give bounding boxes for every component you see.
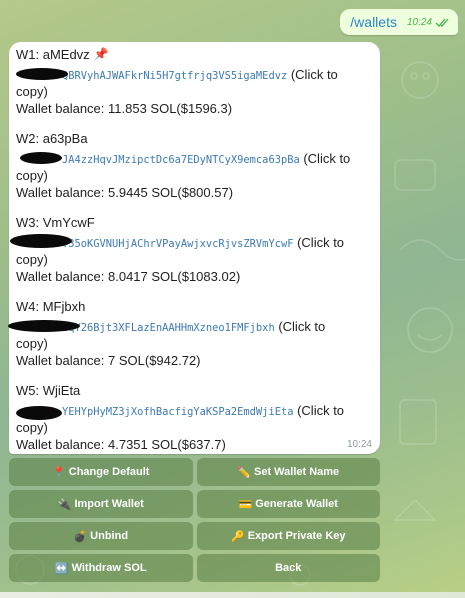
keyboard-button-label: Unbind xyxy=(90,530,129,542)
outgoing-message: /wallets 10:24 xyxy=(340,9,458,35)
keyboard-row: 📍 Change Default ✏️ Set Wallet Name xyxy=(9,458,380,486)
wallet-address[interactable]: JA4zzHqvJMzipctDc6a7EDyNTCyX9emca63pBa xyxy=(62,154,300,166)
redaction-scribble xyxy=(20,152,62,164)
key-icon: 🔑 xyxy=(230,530,245,543)
keyboard-button-label: Import Wallet xyxy=(74,498,144,510)
wallet-title: W1: aMEdvz 📌 xyxy=(16,46,376,63)
wallet-address[interactable]: QBRVyhAJWAFkrNi5H7gtfrjq3VS5igaMEdvz xyxy=(62,70,287,82)
wallet-name: W2: a63pBa xyxy=(16,131,88,146)
set-wallet-name-button[interactable]: ✏️ Set Wallet Name xyxy=(196,458,380,486)
outgoing-message-time: 10:24 xyxy=(406,16,432,28)
wallet-address-line: 2qY26Bjt3XFLazEnAAHHmXzneo1FMFjbxh (Clic… xyxy=(8,319,376,352)
pin-icon: 📍 xyxy=(52,466,66,479)
keyboard-row: ↔️ Withdraw SOL Back xyxy=(9,554,380,582)
redaction-scribble xyxy=(10,234,72,248)
click-to-copy-hint-end: copy) xyxy=(16,420,48,435)
back-button[interactable]: Back xyxy=(196,554,380,582)
keyboard-button-label: Change Default xyxy=(68,466,150,478)
wallet-address-line: JA4zzHqvJMzipctDc6a7EDyNTCyX9emca63pBa (… xyxy=(16,151,376,184)
click-to-copy-hint-end: copy) xyxy=(16,336,48,351)
keyboard-row: 💣 Unbind 🔑 Export Private Key xyxy=(9,522,380,550)
redaction-scribble xyxy=(16,406,62,420)
import-wallet-button[interactable]: 🔌 Import Wallet xyxy=(9,490,193,518)
change-default-button[interactable]: 📍 Change Default xyxy=(9,458,193,486)
click-to-copy-hint: (Click to xyxy=(290,67,338,82)
wallet-entry: W5: WjiEta YEHYpHyMZ3jXofhBacfigYaKSPa2Em… xyxy=(16,382,376,453)
keyboard-row: 🔌 Import Wallet 💳 Generate Wallet xyxy=(9,490,380,518)
wallet-name: W3: VmYcwF xyxy=(16,215,95,230)
card-icon: 💳 xyxy=(238,498,253,511)
wallet-balance: Wallet balance: 8.0417 SOL($1083.02) xyxy=(16,269,241,284)
bomb-icon: 💣 xyxy=(73,530,88,543)
pushpin-icon: 📌 xyxy=(93,47,109,61)
keyboard-button-label: Withdraw SOL xyxy=(71,562,147,574)
keyboard-button-label: Generate Wallet xyxy=(255,498,338,510)
wallet-entry: W2: a63pBa JA4zzHqvJMzipctDc6a7EDyNTCyX9e… xyxy=(16,130,376,201)
click-to-copy-hint-end: copy) xyxy=(16,168,48,183)
wallet-entry: W4: MFjbxh 2qY26Bjt3XFLazEnAAHHmXzneo1FMF… xyxy=(8,298,376,369)
double-check-icon xyxy=(435,18,449,27)
wallet-title: W5: WjiEta xyxy=(16,382,376,399)
wallet-name: W1: aMEdvz xyxy=(16,47,90,62)
wallet-title: W4: MFjbxh xyxy=(16,298,376,315)
generate-wallet-button[interactable]: 💳 Generate Wallet xyxy=(196,490,380,518)
message-time: 10:24 xyxy=(346,439,372,450)
wallet-balance: Wallet balance: 11.853 SOL($1596.3) xyxy=(16,101,233,116)
click-to-copy-hint: (Click to xyxy=(297,235,345,250)
arrows-icon: ↔️ xyxy=(54,562,69,575)
wallet-title: W3: VmYcwF xyxy=(16,214,376,231)
wallet-balance: Wallet balance: 5.9445 SOL($800.57) xyxy=(16,185,234,200)
plug-icon: 🔌 xyxy=(57,498,72,511)
wallet-address-line: YEHYpHyMZ3jXofhBacfigYaKSPa2EmdWjiEta (C… xyxy=(16,403,376,436)
unbind-button[interactable]: 💣 Unbind xyxy=(9,522,193,550)
click-to-copy-hint: (Click to xyxy=(297,403,345,418)
redaction-scribble xyxy=(8,320,80,332)
wallet-address-line: :35oKGVNUHjAChrVPayAwjxvcRjvsZRVmYcwF (C… xyxy=(10,234,376,268)
composer-edge xyxy=(0,592,465,598)
redaction-scribble xyxy=(16,68,68,80)
outgoing-message-meta: 10:24 xyxy=(407,17,450,28)
wallet-entry: W3: VmYcwF :35oKGVNUHjAChrVPayAwjxvcRjvsZ… xyxy=(10,214,376,285)
wallet-address-line: QBRVyhAJWAFkrNi5H7gtfrjq3VS5igaMEdvz (Cl… xyxy=(16,67,376,100)
outgoing-message-text[interactable]: /wallets xyxy=(350,14,397,30)
wallet-name: W4: MFjbxh xyxy=(16,299,86,314)
wallet-title: W2: a63pBa xyxy=(16,130,376,147)
export-private-key-button[interactable]: 🔑 Export Private Key xyxy=(196,522,380,550)
click-to-copy-hint: (Click to xyxy=(303,151,351,166)
keyboard-button-label: Back xyxy=(275,562,302,574)
wallets-message: W1: aMEdvz 📌 QBRVyhAJWAFkrNi5H7gtfrjq3VS5i… xyxy=(8,42,380,454)
wallet-address[interactable]: YEHYpHyMZ3jXofhBacfigYaKSPa2EmdWjiEta xyxy=(62,406,293,418)
withdraw-sol-button[interactable]: ↔️ Withdraw SOL xyxy=(9,554,193,582)
wallet-address[interactable]: 2qY26Bjt3XFLazEnAAHHmXzneo1FMFjbxh xyxy=(62,322,275,334)
pencil-icon: ✏️ xyxy=(237,466,251,479)
click-to-copy-hint-end: copy) xyxy=(16,84,48,99)
keyboard-button-label: Set Wallet Name xyxy=(254,466,340,478)
wallet-balance: Wallet balance: 4.7351 SOL($637.7) xyxy=(16,437,226,452)
wallet-address[interactable]: :35oKGVNUHjAChrVPayAwjxvcRjvsZRVmYcwF xyxy=(62,238,293,250)
click-to-copy-hint-end: copy) xyxy=(16,252,48,267)
wallet-entry: W1: aMEdvz 📌 QBRVyhAJWAFkrNi5H7gtfrjq3VS5i… xyxy=(16,46,376,117)
wallet-balance: Wallet balance: 7 SOL($942.72) xyxy=(16,353,201,368)
keyboard-button-label: Export Private Key xyxy=(247,530,346,542)
wallet-name: W5: WjiEta xyxy=(16,383,81,398)
inline-keyboard: 📍 Change Default ✏️ Set Wallet Name 🔌 Import … xyxy=(9,458,380,586)
click-to-copy-hint: (Click to xyxy=(278,319,326,334)
